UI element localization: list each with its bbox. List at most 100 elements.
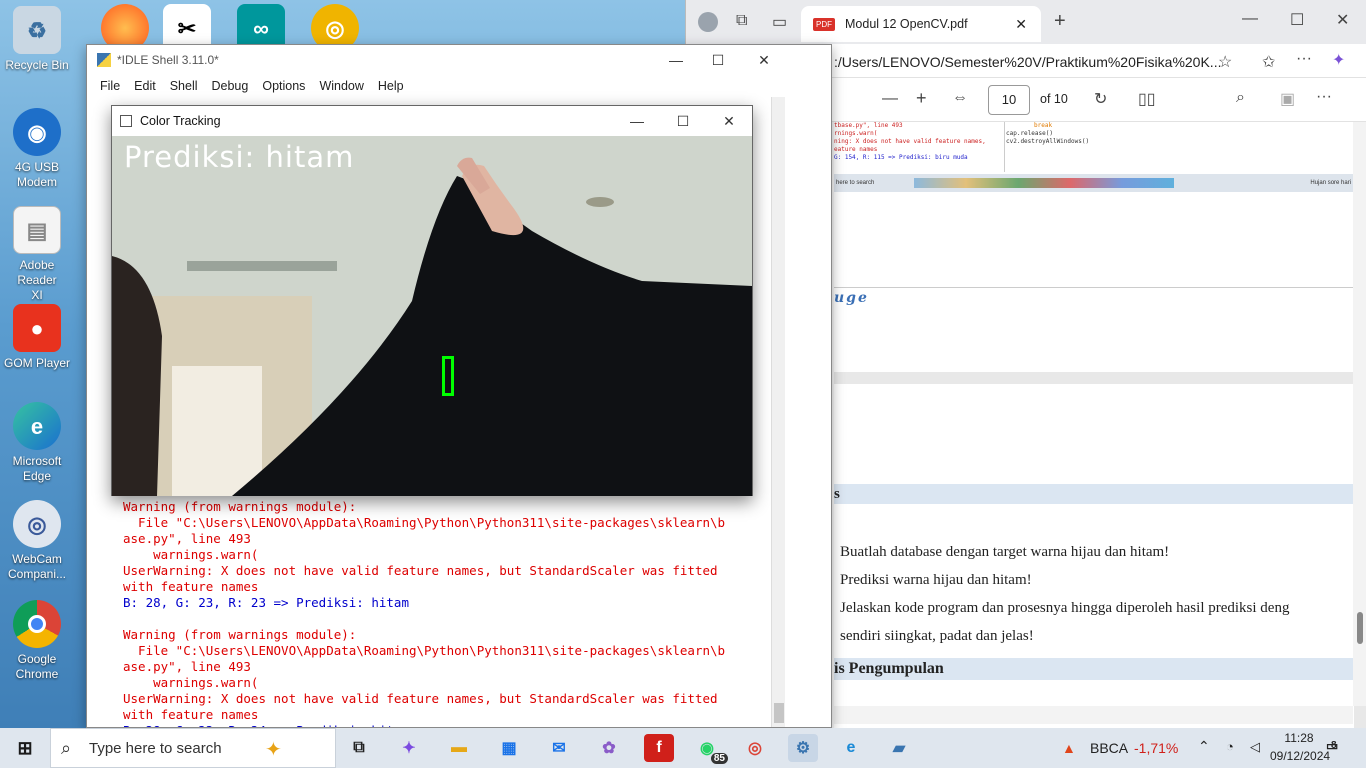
desktop-icon-recycle-bin[interactable]: ♻ Recycle Bin (0, 6, 74, 73)
shell-line: File "C:\Users\LENOVO\AppData\Roaming\Py… (123, 643, 726, 658)
app-f-icon[interactable]: f (644, 734, 674, 762)
copilot-icon[interactable]: ✦ (1332, 50, 1345, 70)
copilot-icon[interactable]: ✦ (394, 734, 424, 762)
app-icon[interactable]: ▰ (884, 734, 914, 762)
more-icon[interactable]: ··· (1316, 88, 1332, 106)
pdf-viewer: tbase.py", line 493 rnings.warn( ning: X… (834, 122, 1366, 728)
wifi-icon[interactable]: ◔ (1226, 739, 1234, 754)
close-icon[interactable]: ✕ (741, 45, 787, 75)
notification-icon[interactable]: ▭ 8 (1326, 738, 1338, 754)
window-icon (120, 115, 132, 127)
taskbar-search[interactable]: ⌕ Type here to search ✦ (50, 728, 336, 768)
minimize-icon[interactable]: — (653, 45, 699, 75)
search-icon[interactable]: ⌕ (1236, 89, 1245, 107)
close-tab-icon[interactable]: ✕ (1015, 16, 1027, 33)
color-tracking-window: Color Tracking — ☐ ✕ Prediksi: hitam (111, 105, 753, 496)
shell-line: ase.py", line 493 (123, 531, 251, 546)
edge-icon[interactable]: e (836, 734, 866, 762)
workspaces-icon[interactable]: ⧉ (736, 12, 747, 30)
desktop-icon-webcam[interactable]: ◎ WebCam Compani... (0, 500, 74, 582)
task-view-icon[interactable]: ⧉ (344, 734, 374, 762)
desktop-icon-chrome[interactable]: Google Chrome (0, 600, 74, 682)
search-icon: ⌕ (61, 738, 72, 758)
more-icon[interactable]: ··· (1296, 50, 1312, 68)
mail-icon[interactable]: ✉ (544, 734, 574, 762)
page-number-input[interactable]: 10 (988, 85, 1030, 115)
clock-date[interactable]: 09/12/2024 (1270, 749, 1330, 763)
zoom-in-icon[interactable]: + (916, 88, 927, 109)
minimize-icon[interactable]: — (614, 106, 660, 136)
shell-scrollbar[interactable] (771, 97, 785, 727)
pdf-page: tbase.py", line 493 rnings.warn( ning: X… (834, 122, 1354, 372)
page-view-icon[interactable]: ▯▯ (1138, 89, 1156, 109)
paint-icon[interactable]: ✿ (594, 734, 624, 762)
store-icon[interactable]: ▦ (494, 734, 524, 762)
menu-window[interactable]: Window (312, 79, 370, 93)
menu-debug[interactable]: Debug (205, 79, 256, 93)
whatsapp-icon[interactable]: ◉ 85 (692, 734, 728, 764)
zoom-out-icon[interactable]: — (882, 90, 898, 108)
menu-file[interactable]: File (93, 79, 127, 93)
maximize-icon[interactable]: ☐ (660, 106, 706, 136)
shell-line: with feature names (123, 707, 259, 722)
save-icon[interactable]: ▣ (1280, 89, 1295, 109)
gom-player-icon: ● (13, 304, 61, 352)
desktop-icon-gom-player[interactable]: ● GOM Player (0, 304, 74, 371)
prediction-overlay: Prediksi: hitam (124, 140, 355, 174)
desktop-icon-edge[interactable]: e Microsoft Edge (0, 402, 74, 484)
edge-icon: e (13, 402, 61, 450)
maximize-icon[interactable]: ☐ (695, 45, 741, 75)
embedded-screenshot-code-right: break cap.release() cv2.destroyAllWindow… (1006, 122, 1089, 146)
stock-name[interactable]: BBCA (1090, 740, 1128, 756)
task-list: Buatlah database dengan target warna hij… (840, 538, 1289, 650)
scroll-thumb[interactable] (774, 703, 784, 723)
menu-options[interactable]: Options (255, 79, 312, 93)
notification-count: 8 (1331, 740, 1337, 751)
menu-help[interactable]: Help (371, 79, 411, 93)
tab-title: Modul 12 OpenCV.pdf (845, 17, 968, 31)
fit-page-icon[interactable]: ⇔ (952, 89, 968, 107)
chevron-up-icon[interactable]: ⌃ (1198, 738, 1210, 755)
minimize-icon[interactable]: — (1242, 10, 1258, 28)
desktop-icon-label: Adobe Reader XI (17, 258, 57, 302)
rotate-icon[interactable]: ↻ (1094, 89, 1107, 109)
menu-edit[interactable]: Edit (127, 79, 163, 93)
stock-icon: ▲ (1062, 740, 1076, 756)
tab-pdf[interactable]: PDF Modul 12 OpenCV.pdf ✕ (801, 6, 1041, 42)
close-icon[interactable]: ✕ (706, 106, 752, 136)
python-idle-icon[interactable]: ⚙ (788, 734, 818, 762)
favorite-star-icon[interactable]: ☆ (1218, 52, 1232, 72)
code-line: G: 154, R: 115 => Prediksi: biru muda (834, 154, 968, 161)
shell-line: warnings.warn( (123, 547, 259, 562)
section-header: is Pengumpulan (834, 658, 1354, 680)
embedded-screenshot-code: tbase.py", line 493 rnings.warn( ning: X… (834, 122, 1004, 172)
pdf-hscrollbar[interactable] (834, 706, 1353, 724)
search-highlight-icon: ✦ (265, 739, 282, 761)
pdf-scrollbar[interactable] (1353, 122, 1366, 706)
pdf-page: s Buatlah database dengan target warna h… (834, 384, 1354, 728)
clock-time[interactable]: 11:28 (1274, 731, 1324, 745)
new-tab-icon[interactable]: + (1054, 10, 1066, 33)
code-line: cap.release() (1006, 130, 1053, 137)
task-item: Prediksi warna hijau dan hitam! (840, 572, 1032, 588)
start-windows-icon[interactable]: ⊞ (10, 734, 40, 762)
profile-icon[interactable] (698, 12, 718, 32)
shell-line: File "C:\Users\LENOVO\AppData\Roaming\Py… (123, 515, 726, 530)
menu-shell[interactable]: Shell (163, 79, 205, 93)
shell-line: B: 28, G: 23, R: 24 => Prediksi: hitam (123, 723, 725, 727)
favorites-icon[interactable]: ✩ (1262, 52, 1275, 72)
maximize-icon[interactable]: ☐ (1290, 10, 1304, 30)
shell-line: UserWarning: X does not have valid featu… (123, 691, 718, 706)
tab-actions-icon[interactable]: ▭ (772, 12, 787, 32)
code-line: eature names (834, 146, 878, 153)
volume-icon[interactable]: ◁ (1250, 739, 1260, 755)
task-item: sendiri siingkat, padat dan jelas! (840, 628, 1034, 644)
url-field[interactable]: :/Users/LENOVO/Semester%20V/Praktikum%20… (834, 50, 1274, 74)
chrome-icon[interactable]: ◎ (740, 734, 770, 762)
close-window-icon[interactable]: ✕ (1336, 10, 1349, 30)
desktop-icon-4g-modem[interactable]: ◉ 4G USB Modem (0, 108, 74, 190)
desktop-icon-adobe-reader[interactable]: ▤ Adobe Reader XI (0, 206, 74, 303)
desktop-icon-label: Recycle Bin (5, 58, 69, 72)
file-explorer-icon[interactable]: ▬ (444, 734, 474, 762)
